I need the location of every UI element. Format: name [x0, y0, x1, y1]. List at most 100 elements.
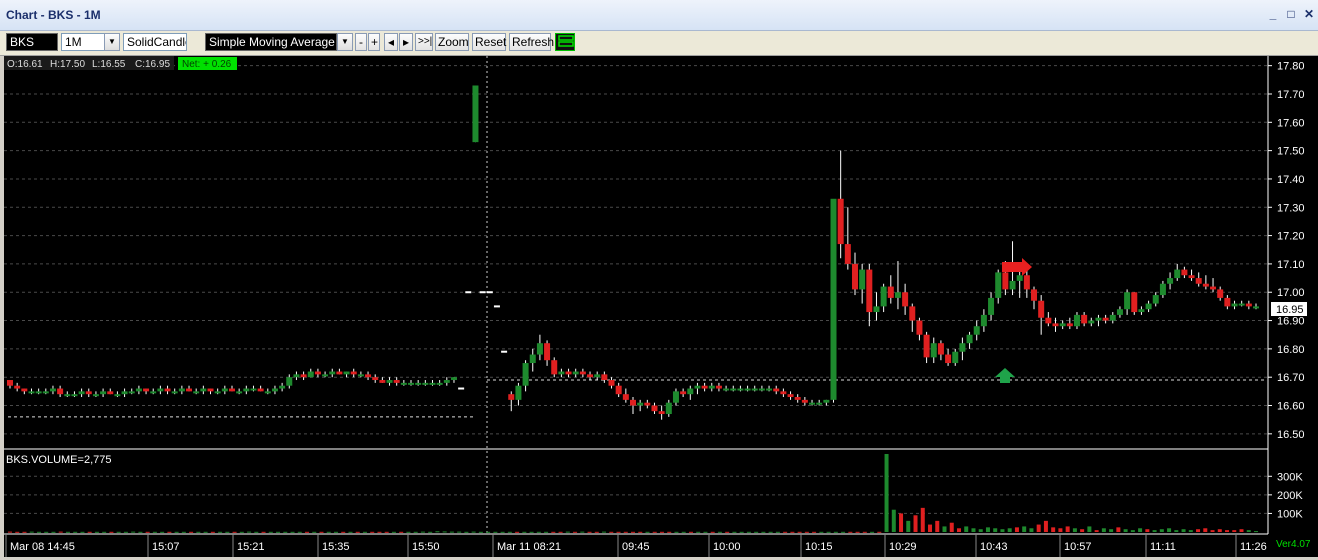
volume-bar	[804, 531, 809, 533]
price-tick-label: 17.40	[1277, 174, 1305, 186]
candle-body	[973, 326, 980, 335]
candle-body	[630, 399, 636, 406]
volume-bar	[573, 531, 578, 533]
volume-bar	[500, 531, 505, 533]
candle-body	[415, 382, 422, 385]
volume-bar	[131, 531, 136, 533]
candle-body	[286, 377, 293, 386]
price-tick-label: 16.90	[1277, 316, 1305, 328]
candle-body	[1231, 303, 1238, 307]
volume-bar	[652, 531, 657, 533]
close-icon[interactable]: ✕	[1302, 7, 1316, 21]
candle-body	[329, 371, 336, 375]
scroll-right-button[interactable]: ▸	[399, 33, 413, 51]
volume-bar	[435, 531, 440, 533]
candle-body	[615, 385, 622, 395]
candle-body	[1016, 275, 1023, 281]
candle-body	[1102, 317, 1109, 321]
volume-bar	[261, 531, 266, 533]
volume-bar	[1123, 529, 1128, 532]
candle-body	[1138, 309, 1145, 313]
candle-body	[501, 350, 508, 353]
price-tick-label: 17.50	[1277, 146, 1305, 158]
reset-button[interactable]: Reset	[472, 33, 506, 51]
volume-bar	[174, 531, 179, 533]
candle-body	[544, 343, 551, 361]
volume-bar	[1174, 530, 1179, 532]
volume-bar	[391, 531, 396, 533]
volume-bar	[602, 531, 607, 533]
candle-body	[307, 371, 314, 378]
candle-body	[945, 354, 952, 364]
link-chart-icon[interactable]	[555, 33, 575, 51]
candle-body	[314, 371, 321, 375]
candle-body	[551, 360, 558, 375]
interval-select[interactable]: 1M	[61, 33, 105, 51]
volume-bar	[22, 531, 27, 533]
candle-body	[143, 388, 150, 392]
candle-body	[71, 394, 78, 397]
volume-bar	[478, 531, 483, 533]
candle-body	[1002, 272, 1009, 290]
scroll-left-button[interactable]: ◂	[384, 33, 398, 51]
chart-style-select[interactable]: SolidCandle	[123, 33, 187, 51]
candle-body	[715, 385, 722, 389]
candle-body	[1188, 275, 1195, 279]
chart-toolbar: BKS 1M ▼ SolidCandle Simple Moving Avera…	[0, 31, 1318, 56]
candle-body	[1073, 314, 1080, 327]
volume-bar	[290, 531, 295, 533]
volume-bar	[855, 531, 860, 533]
candle-body	[472, 85, 479, 143]
zoom-out-button[interactable]: -	[355, 33, 367, 51]
scroll-end-button[interactable]: >>|	[415, 33, 433, 51]
volume-bar	[1072, 528, 1077, 532]
volume-bar	[181, 531, 186, 533]
volume-bar	[1116, 527, 1121, 532]
volume-tick-label: 300K	[1277, 471, 1303, 483]
price-chart[interactable]: 17.80 17.70 17.60 17.50 17.40 17.30 17.20 17.10…	[4, 56, 1318, 557]
volume-bar	[1007, 528, 1012, 532]
volume-bar	[87, 531, 92, 533]
candle-body	[916, 320, 923, 335]
candle-body	[737, 388, 744, 391]
zoom-button[interactable]: Zoom	[435, 33, 469, 51]
volume-bar	[1138, 528, 1143, 532]
candle-body	[400, 382, 407, 385]
restore-icon[interactable]: □	[1284, 7, 1298, 21]
volume-bar	[761, 531, 766, 533]
volume-bar	[609, 531, 614, 533]
indicator-select[interactable]: Simple Moving Average	[205, 33, 337, 51]
candle-body	[873, 306, 880, 313]
volume-bar	[305, 531, 310, 533]
volume-bar	[616, 531, 621, 533]
volume-bar	[210, 531, 215, 533]
volume-bar	[587, 531, 592, 533]
minimize-icon[interactable]: _	[1266, 7, 1280, 21]
candle-body	[443, 380, 450, 383]
chart-area[interactable]: 17.80 17.70 17.60 17.50 17.40 17.30 17.20 17.10…	[4, 56, 1318, 557]
candle-body	[357, 374, 364, 377]
zoom-in-button[interactable]: +	[368, 33, 380, 51]
candle-body	[92, 394, 99, 397]
volume-bar	[109, 531, 114, 533]
volume-bar	[783, 531, 788, 533]
candle-body	[1031, 289, 1038, 301]
refresh-button[interactable]: Refresh	[509, 33, 554, 51]
volume-bar	[36, 531, 41, 533]
candle-body	[458, 387, 465, 390]
volume-bar	[1145, 529, 1150, 532]
volume-bar	[529, 531, 534, 533]
candle-body	[243, 388, 250, 392]
candle-body	[365, 374, 372, 378]
candle-body	[859, 269, 866, 290]
candle-body	[1152, 295, 1159, 304]
candle-body	[522, 363, 529, 386]
volume-bar	[15, 531, 20, 533]
indicator-dropdown-icon[interactable]: ▼	[337, 33, 353, 51]
interval-dropdown-icon[interactable]: ▼	[104, 33, 120, 51]
volume-bar	[160, 531, 165, 533]
candle-body	[372, 377, 379, 381]
symbol-input[interactable]: BKS	[6, 33, 58, 51]
candle-body	[1095, 317, 1102, 321]
candle-body	[579, 371, 586, 375]
